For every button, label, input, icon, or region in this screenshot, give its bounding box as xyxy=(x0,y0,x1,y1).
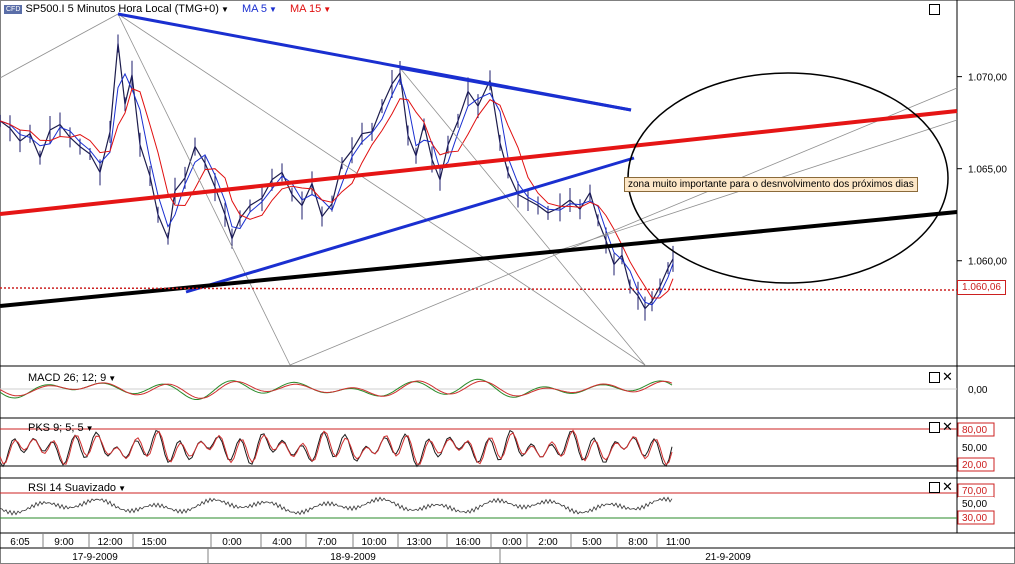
y-tick-label: 1.060,00 xyxy=(968,257,1007,268)
rsi-line xyxy=(0,496,673,516)
date-label: 17-9-2009 xyxy=(72,552,118,563)
pks-k-line xyxy=(0,429,673,468)
guide-line xyxy=(117,13,646,366)
guide-line xyxy=(0,13,119,79)
maximize-icon[interactable] xyxy=(929,422,940,433)
time-label: 2:00 xyxy=(538,537,558,548)
y-tick-label: 1.065,00 xyxy=(968,165,1007,176)
pks-d-line xyxy=(0,429,673,466)
macd-tick-label: 0,00 xyxy=(968,385,988,396)
date-label: 18-9-2009 xyxy=(330,552,376,563)
time-label: 0:00 xyxy=(502,537,522,548)
close-icon[interactable]: ✕ xyxy=(942,480,953,493)
chart-window: 1.070,00 1.065,00 1.060,00 0,00 80,00 50,00 20… xyxy=(0,0,1015,564)
annotation-text: zona muito importante para o desnvolvime… xyxy=(628,179,914,190)
axes: 1.070,00 1.065,00 1.060,00 0,00 80,00 50,00 20… xyxy=(10,73,1007,564)
rsi-tick-label: 70,00 xyxy=(962,486,987,497)
maximize-icon[interactable] xyxy=(929,4,940,15)
ma-slow-line xyxy=(0,87,674,299)
time-label: 5:00 xyxy=(582,537,602,548)
time-label: 8:00 xyxy=(628,537,648,548)
time-label: 10:00 xyxy=(361,537,386,548)
guide-line xyxy=(117,13,291,366)
indicators xyxy=(0,378,957,519)
rsi-label-row: RSI 14 Suavizado ▼ xyxy=(28,482,126,494)
annotation-box: zona muito importante para o desnvolvime… xyxy=(624,177,918,192)
current-price-line xyxy=(0,287,958,291)
lower-blue-trendline xyxy=(185,156,635,294)
instrument-title[interactable]: SP500.I 5 Minutos Hora Local (TMG+0) xyxy=(25,3,219,15)
rsi-tick-label: 50,00 xyxy=(962,499,987,510)
date-label: 21-9-2009 xyxy=(705,552,751,563)
chevron-down-icon[interactable]: ▼ xyxy=(221,5,229,14)
rsi-label[interactable]: RSI 14 Suavizado xyxy=(28,482,116,494)
price-label-box: 1.060,06 xyxy=(957,280,1006,295)
guide-line xyxy=(289,87,958,366)
price-chart: 1.070,00 1.065,00 1.060,00 0,00 80,00 50,00 20… xyxy=(0,0,1015,564)
close-icon[interactable]: ✕ xyxy=(942,420,953,433)
time-label: 12:00 xyxy=(97,537,122,548)
ma-slow-label[interactable]: MA 15 xyxy=(290,3,321,15)
chevron-down-icon[interactable]: ▼ xyxy=(118,484,126,493)
upper-blue-trendline-2 xyxy=(399,66,632,112)
cfd-logo-text: CFD xyxy=(6,5,21,13)
maximize-icon[interactable] xyxy=(929,372,940,383)
rsi-tick-label: 30,00 xyxy=(962,513,987,524)
time-label: 0:00 xyxy=(222,537,242,548)
pks-tick-label: 80,00 xyxy=(962,425,987,436)
y-tick-label: 1.070,00 xyxy=(968,73,1007,84)
time-label: 7:00 xyxy=(317,537,337,548)
ma-fast-line xyxy=(0,72,674,306)
chevron-down-icon[interactable]: ▼ xyxy=(86,424,94,433)
time-label: 13:00 xyxy=(406,537,431,548)
price-label: 1.060,06 xyxy=(962,282,1001,293)
cfd-logo: CFD xyxy=(4,4,23,14)
time-label: 11:00 xyxy=(666,537,691,548)
black-support-line xyxy=(0,210,958,308)
close-icon[interactable]: ✕ xyxy=(942,370,953,383)
pks-tick-label: 20,00 xyxy=(962,460,987,471)
macd-label-row: MACD 26; 12; 9 ▼ xyxy=(28,372,116,384)
time-label: 6:05 xyxy=(10,537,30,548)
chevron-down-icon[interactable]: ▼ xyxy=(269,5,277,14)
time-label: 9:00 xyxy=(54,537,74,548)
pks-label-row: PKS 9; 5; 5 ▼ xyxy=(28,422,94,434)
chevron-down-icon[interactable]: ▼ xyxy=(323,5,331,14)
chart-header: CFD SP500.I 5 Minutos Hora Local (TMG+0)… xyxy=(4,3,331,15)
chevron-down-icon[interactable]: ▼ xyxy=(108,374,116,383)
pks-label[interactable]: PKS 9; 5; 5 xyxy=(28,422,84,434)
time-label: 16:00 xyxy=(455,537,480,548)
pks-tick-label: 50,00 xyxy=(962,443,987,454)
maximize-icon[interactable] xyxy=(929,482,940,493)
macd-label[interactable]: MACD 26; 12; 9 xyxy=(28,372,106,384)
ma-fast-label[interactable]: MA 5 xyxy=(242,3,267,15)
time-label: 4:00 xyxy=(272,537,292,548)
time-label: 15:00 xyxy=(141,537,166,548)
